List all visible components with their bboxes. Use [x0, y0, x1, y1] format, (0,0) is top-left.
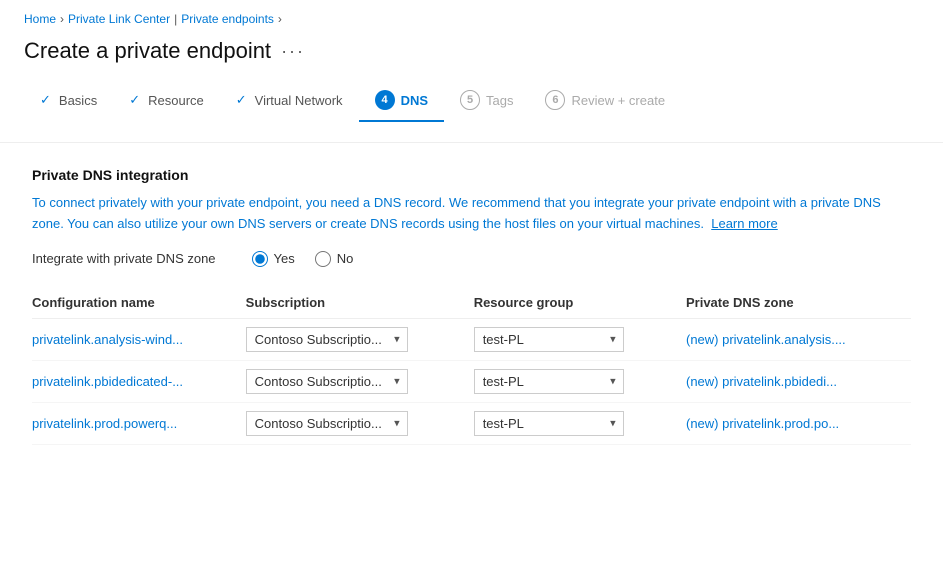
dns-zone-value: (new) privatelink.pbidedi...	[686, 374, 837, 389]
step-tags[interactable]: 5 Tags	[444, 80, 529, 122]
radio-no-input[interactable]	[315, 251, 331, 267]
step-dns[interactable]: 4 DNS	[359, 80, 444, 122]
dns-zone-cell: (new) privatelink.prod.po...	[686, 402, 911, 444]
step-tags-circle: 5	[460, 90, 480, 110]
col-resource-group: Resource group	[474, 287, 686, 319]
main-content: Private DNS integration To connect priva…	[0, 143, 943, 469]
resource-group-dropdown-wrapper: test-PL	[474, 369, 624, 394]
page-title-row: Create a private endpoint ···	[0, 32, 943, 80]
config-name-cell: privatelink.prod.powerq...	[32, 402, 246, 444]
radio-yes-label: Yes	[274, 251, 295, 266]
config-name-link[interactable]: privatelink.prod.powerq...	[32, 416, 177, 431]
learn-more-link[interactable]: Learn more	[711, 216, 777, 231]
subscription-dropdown-wrapper: Contoso Subscriptio...	[246, 327, 408, 352]
breadcrumb-home[interactable]: Home	[24, 12, 56, 26]
config-name-link[interactable]: privatelink.pbidedicated-...	[32, 374, 183, 389]
integrate-dns-row: Integrate with private DNS zone Yes No	[32, 251, 911, 267]
integrate-label: Integrate with private DNS zone	[32, 251, 216, 266]
breadcrumb-private-link[interactable]: Private Link Center	[68, 12, 170, 26]
subscription-cell: Contoso Subscriptio...	[246, 402, 474, 444]
config-name-cell: privatelink.pbidedicated-...	[32, 360, 246, 402]
steps-bar: ✓ Basics ✓ Resource ✓ Virtual Network 4 …	[0, 80, 943, 143]
resource-group-select[interactable]: test-PL	[474, 411, 624, 436]
config-name-link[interactable]: privatelink.analysis-wind...	[32, 332, 183, 347]
col-dns-zone: Private DNS zone	[686, 287, 911, 319]
table-row: privatelink.analysis-wind... Contoso Sub…	[32, 318, 911, 360]
subscription-select[interactable]: Contoso Subscriptio...	[246, 411, 408, 436]
step-basics-label: Basics	[59, 93, 97, 108]
step-virtual-network[interactable]: ✓ Virtual Network	[220, 82, 359, 120]
info-text: To connect privately with your private e…	[32, 193, 911, 235]
table-row: privatelink.pbidedicated-... Contoso Sub…	[32, 360, 911, 402]
col-subscription: Subscription	[246, 287, 474, 319]
radio-yes-option[interactable]: Yes	[252, 251, 295, 267]
step-dns-label: DNS	[401, 93, 428, 108]
subscription-dropdown-wrapper: Contoso Subscriptio...	[246, 411, 408, 436]
step-review-circle: 6	[545, 90, 565, 110]
resource-group-cell: test-PL	[474, 360, 686, 402]
page-title: Create a private endpoint	[24, 38, 271, 64]
radio-no-option[interactable]: No	[315, 251, 354, 267]
ellipsis-button[interactable]: ···	[281, 41, 305, 62]
table-row: privatelink.prod.powerq... Contoso Subsc…	[32, 402, 911, 444]
check-icon-resource: ✓	[129, 92, 140, 108]
section-title: Private DNS integration	[32, 167, 911, 183]
check-icon-vnet: ✓	[236, 92, 247, 108]
resource-group-select[interactable]: test-PL	[474, 369, 624, 394]
dns-zone-cell: (new) privatelink.pbidedi...	[686, 360, 911, 402]
resource-group-cell: test-PL	[474, 318, 686, 360]
step-resource[interactable]: ✓ Resource	[113, 82, 220, 120]
subscription-select[interactable]: Contoso Subscriptio...	[246, 369, 408, 394]
resource-group-cell: test-PL	[474, 402, 686, 444]
step-basics[interactable]: ✓ Basics	[24, 82, 113, 120]
step-resource-label: Resource	[148, 93, 204, 108]
dns-table: Configuration name Subscription Resource…	[32, 287, 911, 445]
step-tags-label: Tags	[486, 93, 513, 108]
dns-zone-value: (new) privatelink.analysis....	[686, 332, 846, 347]
resource-group-dropdown-wrapper: test-PL	[474, 411, 624, 436]
subscription-cell: Contoso Subscriptio...	[246, 360, 474, 402]
config-name-cell: privatelink.analysis-wind...	[32, 318, 246, 360]
radio-no-label: No	[337, 251, 354, 266]
dns-zone-value: (new) privatelink.prod.po...	[686, 416, 839, 431]
dns-zone-cell: (new) privatelink.analysis....	[686, 318, 911, 360]
breadcrumb: Home › Private Link Center | Private end…	[0, 0, 943, 32]
col-config-name: Configuration name	[32, 287, 246, 319]
step-review-create[interactable]: 6 Review + create	[529, 80, 681, 122]
resource-group-select[interactable]: test-PL	[474, 327, 624, 352]
step-vnet-label: Virtual Network	[255, 93, 343, 108]
subscription-select[interactable]: Contoso Subscriptio...	[246, 327, 408, 352]
step-dns-circle: 4	[375, 90, 395, 110]
step-review-label: Review + create	[571, 93, 665, 108]
check-icon-basics: ✓	[40, 92, 51, 108]
subscription-dropdown-wrapper: Contoso Subscriptio...	[246, 369, 408, 394]
resource-group-dropdown-wrapper: test-PL	[474, 327, 624, 352]
radio-yes-input[interactable]	[252, 251, 268, 267]
breadcrumb-private-endpoints[interactable]: Private endpoints	[181, 12, 274, 26]
subscription-cell: Contoso Subscriptio...	[246, 318, 474, 360]
